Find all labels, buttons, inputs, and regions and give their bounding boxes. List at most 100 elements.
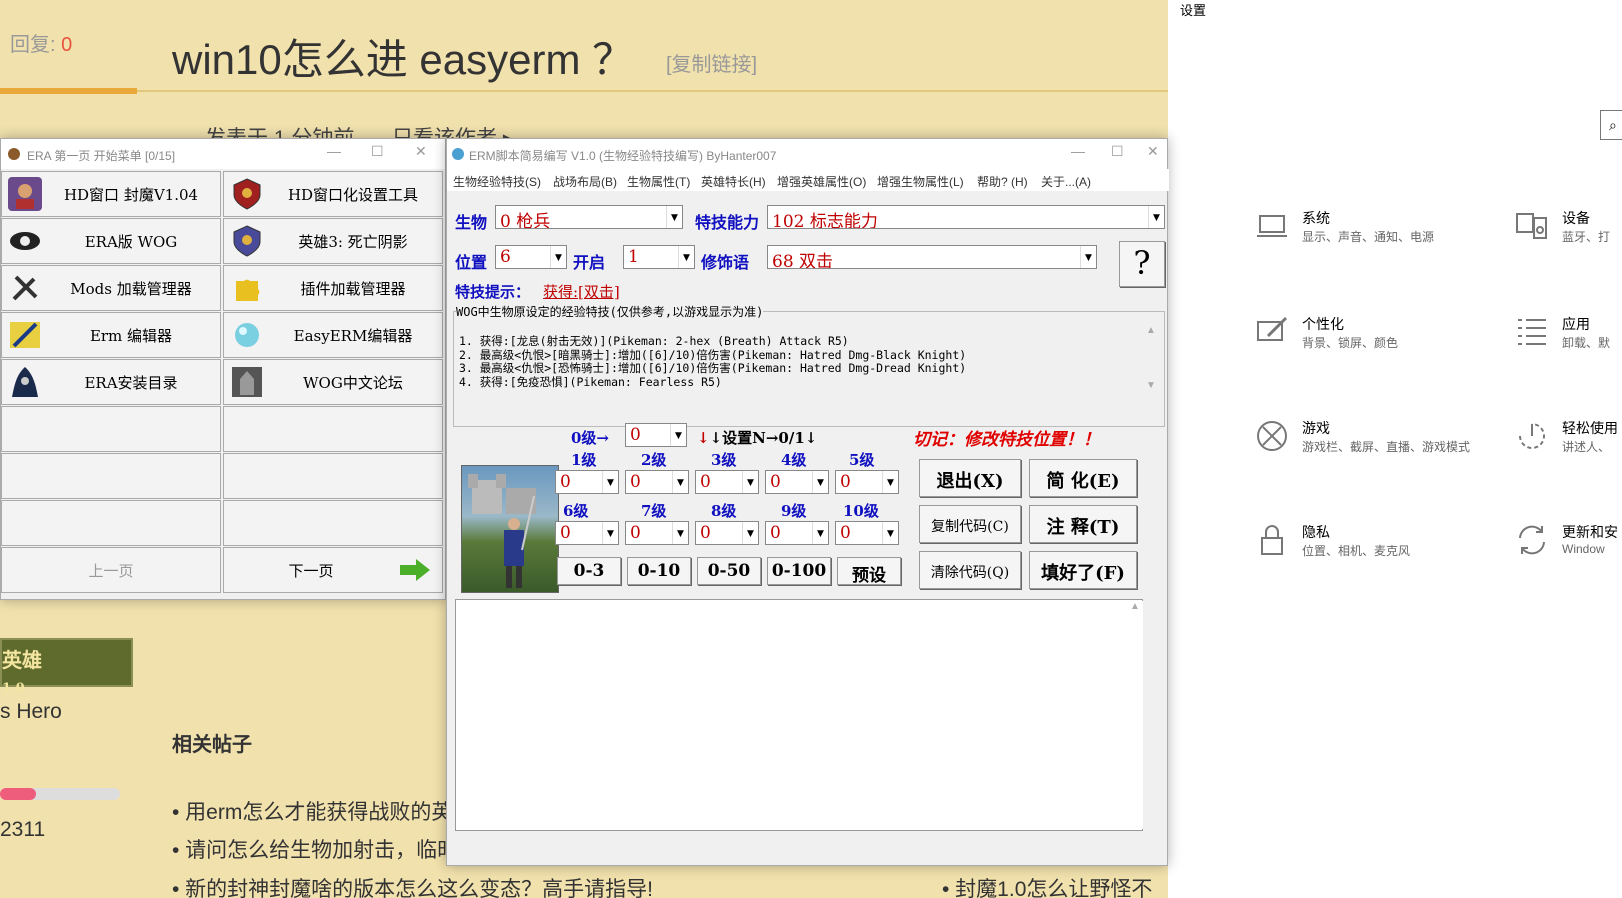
ease-of-access-icon [1519, 423, 1545, 449]
menu-item[interactable]: 战场布局(B) [553, 173, 617, 190]
menu-item[interactable]: 生物属性(T) [627, 173, 690, 190]
related-post-link[interactable]: • 用erm怎么才能获得战败的英 [172, 796, 452, 826]
exit-button[interactable]: 退出(X) [919, 459, 1021, 497]
level-select[interactable]: 0 ▼ [765, 521, 829, 545]
modifier-select[interactable]: 68 双击 ▼ [767, 245, 1097, 269]
tools-icon [12, 275, 38, 301]
puzzle-icon [236, 279, 260, 301]
code-output-scrollbar[interactable]: ▲ [1127, 601, 1143, 829]
code-output-textarea[interactable] [455, 599, 1143, 831]
era-item-hd-window[interactable]: HD窗口 封魔V1.04 [1, 171, 221, 217]
level-select[interactable]: 0 ▼ [625, 470, 689, 494]
era-item-plugin-manager[interactable]: 插件加载管理器 [223, 265, 443, 311]
range-0-50-button[interactable]: 0-50 [697, 557, 761, 585]
comment-button[interactable]: 注 释(T) [1029, 505, 1137, 543]
era-empty-cell [223, 453, 443, 499]
laptop-icon [1257, 215, 1287, 237]
level-value: 0 [560, 472, 571, 492]
lock-icon [1261, 525, 1283, 555]
chevron-down-icon: ▼ [678, 246, 694, 268]
menu-item[interactable]: 关于...(A) [1041, 173, 1091, 190]
creature-select[interactable]: 0 枪兵 ▼ [495, 205, 683, 229]
level-value: 0 [770, 472, 781, 492]
minimize-button[interactable]: — [1071, 143, 1085, 159]
level-select[interactable]: 0 ▼ [765, 470, 829, 494]
related-post-link[interactable]: • 封魔1.0怎么让野怪不带 [942, 873, 1168, 898]
minimize-button[interactable]: — [327, 143, 341, 159]
menu-item[interactable]: 生物经验特技(S) [453, 173, 541, 190]
level-select[interactable]: 0 ▼ [695, 470, 759, 494]
level-select[interactable]: 0 ▼ [695, 521, 759, 545]
level-value: 0 [840, 523, 851, 543]
era-item-easyerm[interactable]: EasyERM编辑器 [223, 312, 443, 358]
related-post-link[interactable]: • 请问怎么给生物加射击，临时 [172, 834, 458, 864]
level-label: 9级 [781, 502, 807, 520]
level-value: 0 [700, 523, 711, 543]
level0-label: 0级→ [571, 429, 610, 447]
app-icon [452, 148, 464, 160]
level-label: 6级 [563, 502, 589, 520]
menu-item[interactable]: 增强生物属性(L) [877, 173, 964, 190]
level-select[interactable]: 0 ▼ [835, 470, 899, 494]
tile-desc: 背景、锁屏、颜色 [1302, 336, 1399, 350]
era-item-heroes3[interactable]: 英雄3: 死亡阴影 [223, 218, 443, 264]
level-label: 2级 [641, 451, 667, 469]
hero-badge: 英雄 1.0 [0, 638, 133, 696]
hero-portrait-icon [8, 177, 42, 211]
era-item-mods-manager[interactable]: Mods 加载管理器 [1, 265, 221, 311]
creature-label: 生物 [455, 213, 488, 232]
experience-scrollbar[interactable]: ▲ ▼ [1143, 325, 1159, 421]
copy-code-button[interactable]: 复制代码(C) [919, 505, 1021, 543]
menu-item[interactable]: 增强英雄属性(O) [777, 173, 866, 190]
chevron-down-icon: ▼ [1080, 246, 1096, 268]
range-0-3-button[interactable]: 0-3 [557, 557, 621, 585]
user-progress-bar [0, 788, 120, 800]
prev-page-button[interactable]: 上一页 [1, 547, 221, 593]
close-button[interactable]: ✕ [1147, 143, 1159, 160]
range-0-100-button[interactable]: 0-100 [767, 557, 831, 585]
era-item-era-wog[interactable]: ERA版 WOG [1, 218, 221, 264]
era-item-hd-settings[interactable]: HD窗口化设置工具 [223, 171, 443, 217]
level-select[interactable]: 0 ▼ [835, 521, 899, 545]
update-icon [1519, 525, 1545, 555]
position-value: 6 [500, 247, 511, 267]
ability-select[interactable]: 102 标志能力 ▼ [767, 205, 1165, 229]
range-0-10-button[interactable]: 0-10 [627, 557, 691, 585]
tile-title: 个性化 [1302, 316, 1344, 332]
position-select[interactable]: 6 ▼ [495, 245, 567, 269]
era-item-install-dir[interactable]: ERA安装目录 [1, 359, 221, 405]
level0-select[interactable]: 0 ▼ [625, 423, 687, 447]
tile-title: 设备 [1562, 210, 1590, 226]
experience-line: 3. 最高级<仇恨>[恐怖骑士]:增加([6]/10)倍伤害(Pikeman: … [459, 361, 967, 375]
era-item-label: 插件加载管理器 [300, 279, 406, 298]
user-progress-fill [0, 788, 36, 800]
paint-icon [1257, 316, 1288, 341]
simplify-button[interactable]: 简 化(E) [1029, 459, 1137, 497]
help-button[interactable]: ? [1119, 241, 1165, 287]
era-item-erm-editor[interactable]: Erm 编辑器 [1, 312, 221, 358]
related-post-link[interactable]: • 新的封神封魔啥的版本怎么这么变态？高手请指导! [172, 873, 653, 898]
next-page-button[interactable]: 下一页 [223, 547, 443, 593]
level-select[interactable]: 0 ▼ [625, 521, 689, 545]
tile-title: 系统 [1302, 210, 1330, 226]
level-label: 3级 [711, 451, 737, 469]
level-select[interactable]: 0 ▼ [555, 470, 619, 494]
clear-code-button[interactable]: 清除代码(Q) [919, 551, 1021, 589]
menu-item[interactable]: 帮助? (H) [977, 173, 1028, 190]
level-select[interactable]: 0 ▼ [555, 521, 619, 545]
menu-item[interactable]: 英雄特长(H) [701, 173, 766, 190]
enable-label: 开启 [573, 253, 606, 272]
maximize-button[interactable]: ☐ [1111, 143, 1124, 160]
tile-title: 隐私 [1302, 524, 1330, 540]
done-button[interactable]: 填好了(F) [1029, 551, 1137, 589]
search-icon[interactable]: ⌕ [1600, 110, 1622, 140]
hint-value: 获得:[双击] [543, 283, 620, 301]
preset-button[interactable]: 预设 [837, 557, 901, 586]
prev-page-label: 上一页 [88, 562, 134, 580]
copy-link[interactable]: [复制链接] [666, 48, 757, 77]
era-item-wog-forum[interactable]: WOG中文论坛 [223, 359, 443, 405]
era-item-label: Mods 加载管理器 [70, 279, 192, 298]
close-button[interactable]: ✕ [415, 143, 427, 160]
enable-select[interactable]: 1 ▼ [623, 245, 695, 269]
maximize-button[interactable]: ☐ [371, 143, 384, 160]
